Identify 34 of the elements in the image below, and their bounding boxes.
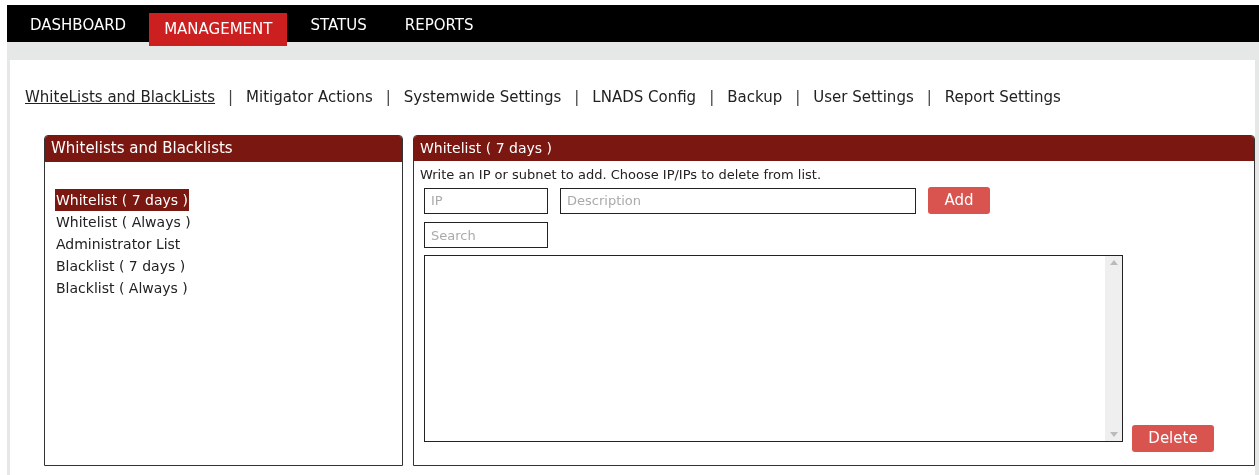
description-field[interactable]: Description: [560, 187, 916, 214]
separator: |: [709, 87, 715, 108]
subnav-link[interactable]: Mitigator Actions: [246, 86, 373, 109]
subnav-link[interactable]: User Settings: [813, 86, 914, 109]
instructions-text: Write an IP or subnet to add. Choose IP/IPs to delete from list.: [420, 165, 823, 184]
subnav-link[interactable]: Systemwide Settings: [403, 86, 562, 109]
list-item[interactable]: Whitelist ( 7 days ): [55, 188, 189, 211]
ip-field[interactable]: IP: [424, 187, 548, 214]
nav-tab[interactable]: DASHBOARD: [15, 9, 142, 42]
separator: |: [795, 87, 801, 108]
list-item[interactable]: Whitelist ( Always ): [55, 210, 192, 233]
search-field[interactable]: Search: [424, 222, 548, 248]
separator: |: [385, 87, 391, 108]
separator: |: [926, 87, 932, 108]
subnav-link[interactable]: LNADS Config: [592, 86, 697, 109]
list-item[interactable]: Blacklist ( Always ): [55, 276, 189, 299]
scroll-up-icon[interactable]: [1109, 260, 1118, 265]
nav-tab[interactable]: REPORTS: [389, 9, 489, 42]
separator: |: [574, 87, 580, 108]
panel-title: Whitelist ( 7 days ): [414, 135, 1254, 161]
nav-tab[interactable]: MANAGEMENT: [149, 13, 288, 46]
subnav-link[interactable]: Report Settings: [944, 86, 1061, 109]
panel-title: Whitelists and Blacklists: [45, 135, 402, 162]
list-item[interactable]: Blacklist ( 7 days ): [55, 254, 187, 277]
list-item[interactable]: Administrator List: [55, 232, 182, 255]
scrollbar[interactable]: [1105, 256, 1122, 441]
ip-list-box[interactable]: [424, 255, 1123, 442]
delete-button[interactable]: Delete: [1132, 425, 1214, 452]
add-button[interactable]: Add: [928, 187, 990, 214]
separator: |: [228, 87, 234, 108]
subnav-link[interactable]: Backup: [727, 86, 783, 109]
scroll-down-icon[interactable]: [1109, 432, 1118, 437]
nav-tab[interactable]: STATUS: [295, 9, 382, 42]
subnav-link[interactable]: WhiteLists and BlackLists: [25, 86, 216, 109]
